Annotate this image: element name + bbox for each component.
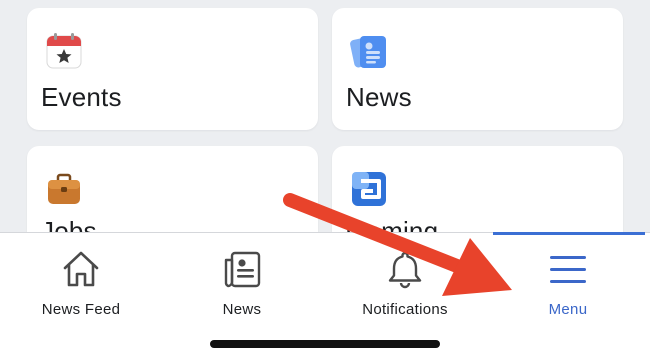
bell-icon [388,251,422,289]
home-indicator-bar[interactable] [210,340,440,348]
briefcase-icon [48,173,80,204]
calendar-star-icon [46,33,82,69]
shortcut-label: Events [41,82,122,112]
newspaper-icon [350,36,386,68]
tab-label: News [222,301,262,318]
active-tab-indicator [493,232,645,235]
tab-label: News Feed [41,301,121,318]
shortcut-card-events[interactable]: Events [27,8,318,130]
newspaper-icon [224,251,261,288]
tab-news-feed[interactable]: News Feed [0,233,162,333]
tab-notifications[interactable]: Notifications [324,233,486,333]
shortcut-label: News [346,82,412,112]
gaming-icon [352,172,386,206]
home-icon [63,251,99,287]
tab-menu[interactable]: Menu [487,233,649,333]
tab-label: Menu [548,301,588,318]
tab-news[interactable]: News [161,233,323,333]
tab-label: Notifications [362,301,448,318]
hamburger-menu-icon [550,256,586,283]
shortcut-card-news[interactable]: News [332,8,623,130]
